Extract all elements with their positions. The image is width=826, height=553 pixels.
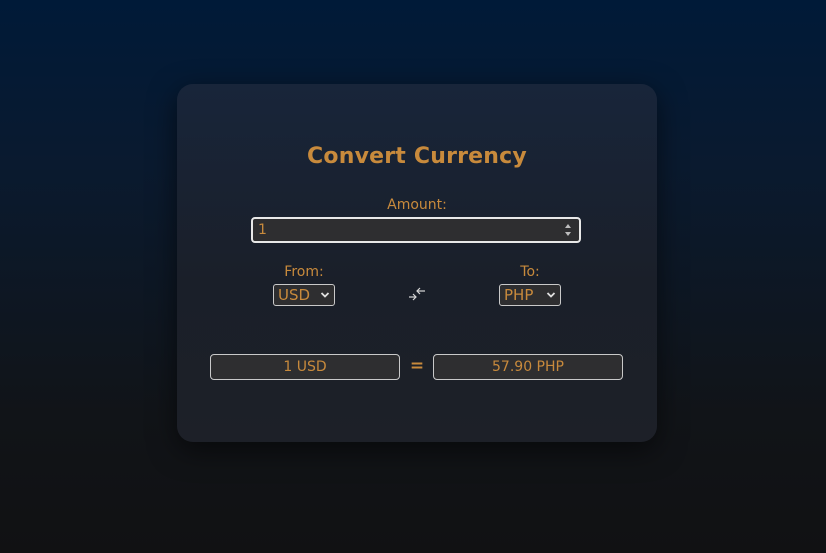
from-currency-value: USD	[278, 286, 311, 304]
page-title: Convert Currency	[307, 144, 527, 169]
equals-sign: =	[409, 356, 425, 376]
result-to-field: 57.90 PHP	[433, 354, 623, 380]
from-currency-select[interactable]: USD	[273, 284, 335, 306]
chevron-down-icon	[320, 292, 330, 298]
converter-card: Convert Currency Amount: 1 From: USD To:…	[177, 84, 657, 442]
to-currency-value: PHP	[504, 286, 534, 304]
amount-label: Amount:	[387, 197, 447, 213]
chevron-down-icon	[546, 292, 556, 298]
amount-value: 1	[258, 222, 267, 238]
amount-input[interactable]: 1	[251, 217, 581, 243]
result-from-field: 1 USD	[210, 354, 400, 380]
spinner-arrows-icon[interactable]	[564, 223, 572, 237]
swap-arrows-icon[interactable]	[407, 286, 427, 302]
from-label: From:	[284, 264, 324, 280]
to-label: To:	[520, 264, 540, 280]
to-currency-select[interactable]: PHP	[499, 284, 561, 306]
